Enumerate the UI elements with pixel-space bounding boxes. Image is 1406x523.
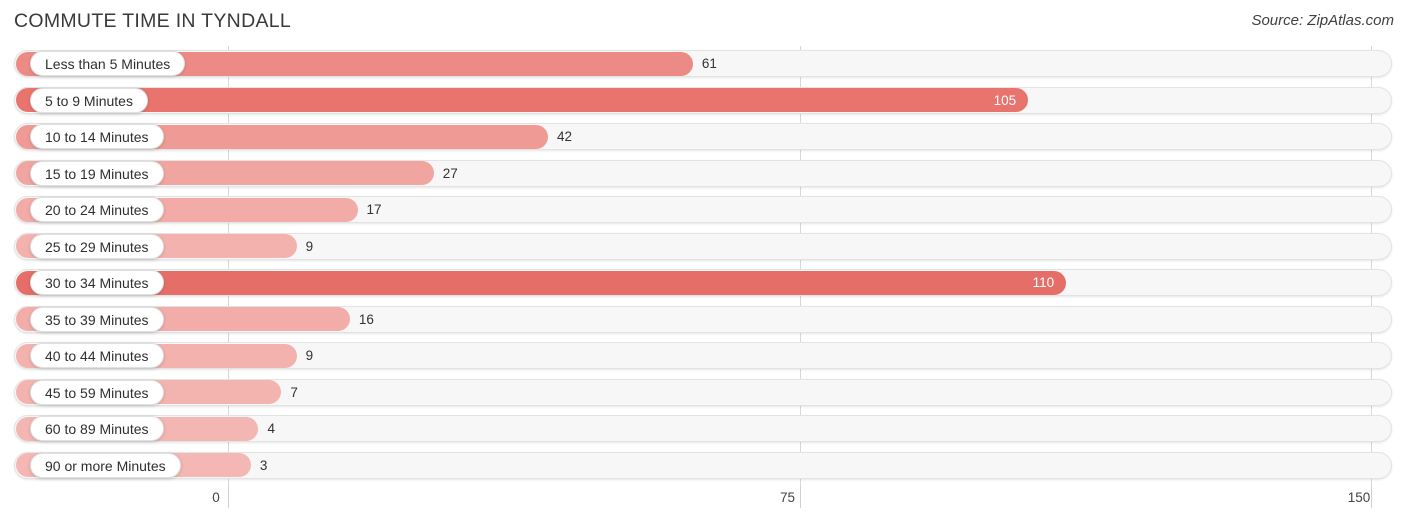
bar-value-label: 9 [305,348,314,363]
category-label: 30 to 34 Minutes [30,270,164,295]
category-label: Less than 5 Minutes [30,51,186,76]
bar-value-label: 17 [366,202,382,217]
bar-row[interactable]: 10 to 14 Minutes 42 [0,119,1406,156]
bar-row[interactable]: 5 to 9 Minutes 105 [0,83,1406,120]
bar-value-label: 42 [557,129,573,144]
tick-label-0: 0 [212,490,220,505]
bar-value-label: 105 [993,92,1017,108]
bar-row[interactable]: Less than 5 Minutes 61 [0,46,1406,83]
category-label: 10 to 14 Minutes [30,124,164,149]
bar-row[interactable]: 40 to 44 Minutes 9 [0,338,1406,375]
category-label: 15 to 19 Minutes [30,160,164,186]
bar-row[interactable]: 45 to 59 Minutes 7 [0,375,1406,412]
bar-row[interactable]: 30 to 34 Minutes 110 [0,265,1406,302]
category-label: 60 to 89 Minutes [30,416,164,441]
bar-value-label: 4 [267,421,275,436]
bar-value-label: 16 [358,311,374,327]
source-attribution: Source: ZipAtlas.com [1251,12,1394,29]
bar-row[interactable]: 25 to 29 Minutes 9 [0,229,1406,266]
bar-value-label: 9 [305,238,314,254]
chart-header: COMMUTE TIME IN TYNDALL Source: ZipAtlas… [0,0,1406,44]
bar-row[interactable]: 35 to 39 Minutes 16 [0,302,1406,339]
bar-value-label: 27 [442,165,458,181]
bar[interactable] [16,88,1029,112]
page-title: COMMUTE TIME IN TYNDALL [14,10,292,32]
bar-value-label: 61 [701,56,717,71]
category-label: 40 to 44 Minutes [30,343,164,368]
bar-row[interactable]: 60 to 89 Minutes 4 [0,411,1406,448]
category-label: 90 or more Minutes [30,452,181,478]
x-axis: 0 75 150 [0,486,1406,523]
tick-mark [228,486,229,508]
bar-row[interactable]: 90 or more Minutes 3 [0,448,1406,485]
chart-plot-area: Less than 5 Minutes 61 5 to 9 Minutes 105 10… [0,46,1406,486]
bar-row[interactable]: 15 to 19 Minutes 27 [0,156,1406,193]
category-label: 5 to 9 Minutes [30,87,148,113]
bar-value-label: 3 [259,457,268,473]
tick-mark [1371,486,1372,508]
category-label: 45 to 59 Minutes [30,379,164,405]
category-label: 25 to 29 Minutes [30,233,164,259]
bar[interactable] [16,270,1067,295]
tick-label-75: 75 [779,490,796,505]
category-label: 35 to 39 Minutes [30,306,164,332]
tick-label-150: 150 [1347,490,1371,505]
bar-value-label: 7 [290,384,298,400]
category-label: 20 to 24 Minutes [30,197,164,222]
bar-value-label: 110 [1032,275,1055,290]
tick-mark [799,486,801,508]
bar-row[interactable]: 20 to 24 Minutes 17 [0,192,1406,229]
